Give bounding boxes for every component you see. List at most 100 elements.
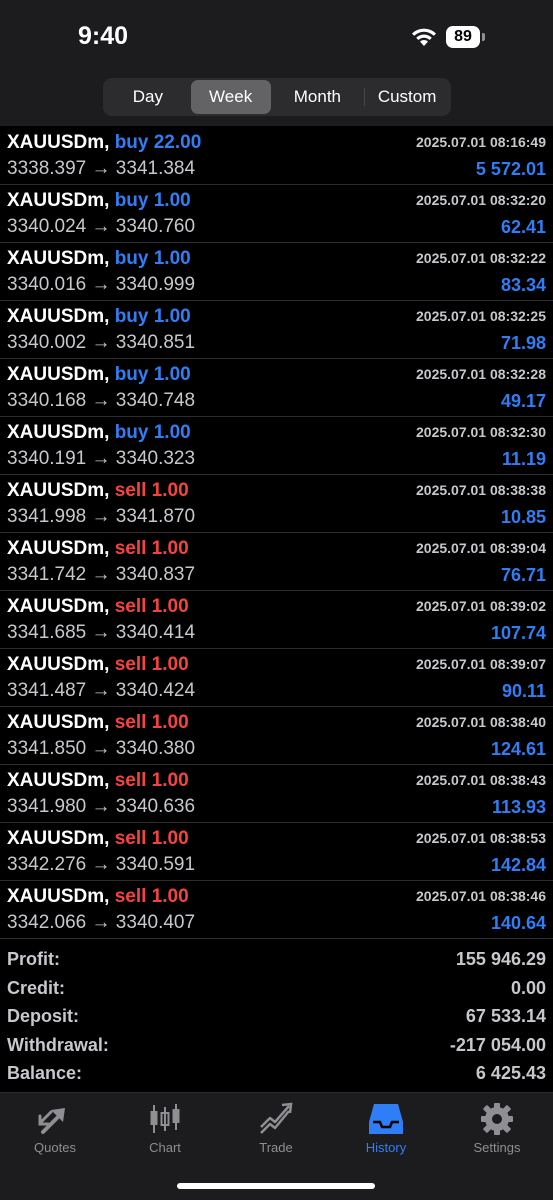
deal-time: 2025.07.01 08:39:02	[416, 598, 546, 614]
deal-symbol: XAUUSDm,	[7, 190, 110, 211]
wifi-icon	[412, 28, 436, 46]
period-tab-month[interactable]: Month	[271, 80, 365, 114]
summary-panel: Profit: 155 946.29 Credit: 0.00 Deposit:…	[0, 946, 553, 1089]
battery-level: 89	[446, 26, 480, 48]
period-tab-week[interactable]: Week	[190, 80, 271, 114]
deal-profit: 5 572.01	[475, 159, 546, 179]
deal-prices: 3340.168 → 3340.748	[7, 390, 196, 411]
chart-icon	[150, 1104, 180, 1133]
deal-row[interactable]: XAUUSDm, buy 1.00 3340.168 → 3340.748 2025…	[0, 359, 553, 417]
deal-prices: 3341.998 → 3341.870	[7, 506, 196, 527]
deal-row[interactable]: XAUUSDm, sell 1.00 3341.487 → 3340.424 202…	[0, 649, 553, 707]
deal-row[interactable]: XAUUSDm, buy 1.00 3340.024 → 3340.760 2025…	[0, 185, 553, 243]
deal-row[interactable]: XAUUSDm, sell 1.00 3342.276 → 3340.591 202…	[0, 823, 553, 881]
deal-symbol: XAUUSDm,	[7, 248, 110, 269]
deal-symbol-line: XAUUSDm, sell 1.00	[7, 770, 189, 792]
deal-type-volume: sell 1.00	[114, 770, 189, 791]
deal-symbol: XAUUSDm,	[7, 828, 110, 849]
summary-balance-row: Balance: 6 425.43	[0, 1060, 553, 1089]
summary-profit-row: Profit: 155 946.29	[0, 946, 553, 975]
deal-time: 2025.07.01 08:39:04	[416, 540, 546, 556]
deal-row[interactable]: XAUUSDm, buy 22.00 3338.397 → 3341.384 202…	[0, 127, 553, 185]
deal-type-volume: buy 1.00	[114, 248, 191, 269]
deal-row[interactable]: XAUUSDm, sell 1.00 3341.998 → 3341.870 202…	[0, 475, 553, 533]
deal-symbol-line: XAUUSDm, buy 1.00	[7, 248, 191, 270]
quotes-icon	[38, 1108, 65, 1134]
tab-chart[interactable]: Chart	[110, 1093, 220, 1163]
deal-prices: 3340.191 → 3340.323	[7, 448, 196, 469]
status-bar: 9:40 89	[0, 0, 553, 72]
deal-time: 2025.07.01 08:38:43	[416, 772, 546, 788]
history-header: Day Week Month Custom	[0, 72, 553, 126]
deal-prices: 3341.742 → 3340.837	[7, 564, 196, 585]
deal-profit: 124.61	[490, 739, 546, 759]
tab-label-history: History	[365, 1140, 407, 1155]
deal-prices: 3341.850 → 3340.380	[7, 738, 196, 759]
summary-deposit-value: 67 533.14	[465, 1006, 546, 1026]
tab-label-settings: Settings	[473, 1140, 521, 1155]
settings-icon	[481, 1103, 513, 1135]
deal-symbol-line: XAUUSDm, buy 1.00	[7, 190, 191, 212]
deal-profit: 142.84	[490, 855, 546, 875]
deal-row[interactable]: XAUUSDm, buy 1.00 3340.016 → 3340.999 2025…	[0, 243, 553, 301]
tab-history[interactable]: History	[331, 1093, 441, 1163]
home-indicator[interactable]	[177, 1183, 375, 1189]
app-root: 9:40 89 Day Week Month Custom XAUUSDm, b…	[0, 0, 553, 1200]
deal-profit: 10.85	[500, 507, 546, 527]
deal-symbol: XAUUSDm,	[7, 422, 110, 443]
deal-symbol: XAUUSDm,	[7, 770, 110, 791]
deal-symbol: XAUUSDm,	[7, 306, 110, 327]
deal-type-volume: sell 1.00	[114, 596, 189, 617]
deal-symbol-line: XAUUSDm, sell 1.00	[7, 712, 189, 734]
status-time: 9:40	[78, 22, 129, 50]
summary-balance-value: 6 425.43	[475, 1063, 546, 1083]
deal-time: 2025.07.01 08:16:49	[416, 134, 546, 150]
deal-symbol-line: XAUUSDm, sell 1.00	[7, 538, 189, 560]
deal-profit: 62.41	[500, 217, 546, 237]
deal-profit: 113.93	[491, 797, 546, 817]
deal-symbol-line: XAUUSDm, buy 22.00	[7, 132, 201, 154]
deal-symbol-line: XAUUSDm, buy 1.00	[7, 364, 191, 386]
period-segmented-control: Day Week Month Custom	[103, 78, 451, 116]
deal-type-volume: buy 1.00	[114, 306, 191, 327]
deal-row[interactable]: XAUUSDm, sell 1.00 3341.850 → 3340.380 202…	[0, 707, 553, 765]
deal-row[interactable]: XAUUSDm, sell 1.00 3341.742 → 3340.837 202…	[0, 533, 553, 591]
deal-profit: 107.74	[490, 623, 546, 643]
summary-profit-value: 155 946.29	[455, 949, 546, 969]
deal-type-volume: sell 1.00	[114, 480, 189, 501]
deal-type-volume: sell 1.00	[114, 538, 189, 559]
deal-time: 2025.07.01 08:38:38	[416, 482, 546, 498]
summary-withdrawal-value: -217 054.00	[449, 1034, 546, 1055]
deal-type-volume: buy 1.00	[114, 422, 191, 443]
deal-type-volume: buy 22.00	[114, 132, 202, 153]
deal-row[interactable]: XAUUSDm, buy 1.00 3340.002 → 3340.851 2025…	[0, 301, 553, 359]
deal-prices: 3342.276 → 3340.591	[7, 854, 196, 875]
deal-profit: 140.64	[490, 913, 546, 933]
deal-row[interactable]: XAUUSDm, sell 1.00 3342.066 → 3340.407 202…	[0, 881, 553, 939]
deal-symbol-line: XAUUSDm, sell 1.00	[7, 596, 189, 618]
summary-balance-label: Balance:	[7, 1063, 83, 1083]
deal-type-volume: sell 1.00	[114, 828, 189, 849]
deal-symbol: XAUUSDm,	[7, 712, 110, 733]
deal-list: XAUUSDm, buy 22.00 3338.397 → 3341.384 202…	[0, 127, 553, 939]
deal-profit: 83.34	[500, 275, 546, 295]
period-tab-custom[interactable]: Custom	[365, 80, 449, 114]
deal-profit: 76.71	[500, 565, 546, 585]
deal-type-volume: sell 1.00	[114, 654, 189, 675]
period-tab-day[interactable]: Day	[105, 80, 191, 114]
deal-prices: 3340.016 → 3340.999	[7, 274, 196, 295]
deal-row[interactable]: XAUUSDm, sell 1.00 3341.980 → 3340.636 202…	[0, 765, 553, 823]
deal-time: 2025.07.01 08:32:20	[416, 192, 546, 208]
deal-type-volume: buy 1.00	[114, 364, 191, 385]
tab-settings[interactable]: Settings	[442, 1093, 552, 1163]
summary-credit-label: Credit:	[7, 977, 65, 998]
deal-symbol: XAUUSDm,	[7, 886, 110, 907]
deal-symbol: XAUUSDm,	[7, 480, 110, 501]
deal-symbol: XAUUSDm,	[7, 364, 110, 385]
history-icon	[369, 1104, 403, 1134]
tab-quotes[interactable]: Quotes	[0, 1093, 110, 1163]
deal-row[interactable]: XAUUSDm, buy 1.00 3340.191 → 3340.323 2025…	[0, 417, 553, 475]
deal-row[interactable]: XAUUSDm, sell 1.00 3341.685 → 3340.414 202…	[0, 591, 553, 649]
tab-trade[interactable]: Trade	[221, 1093, 331, 1163]
summary-deposit-label: Deposit:	[7, 1006, 79, 1026]
